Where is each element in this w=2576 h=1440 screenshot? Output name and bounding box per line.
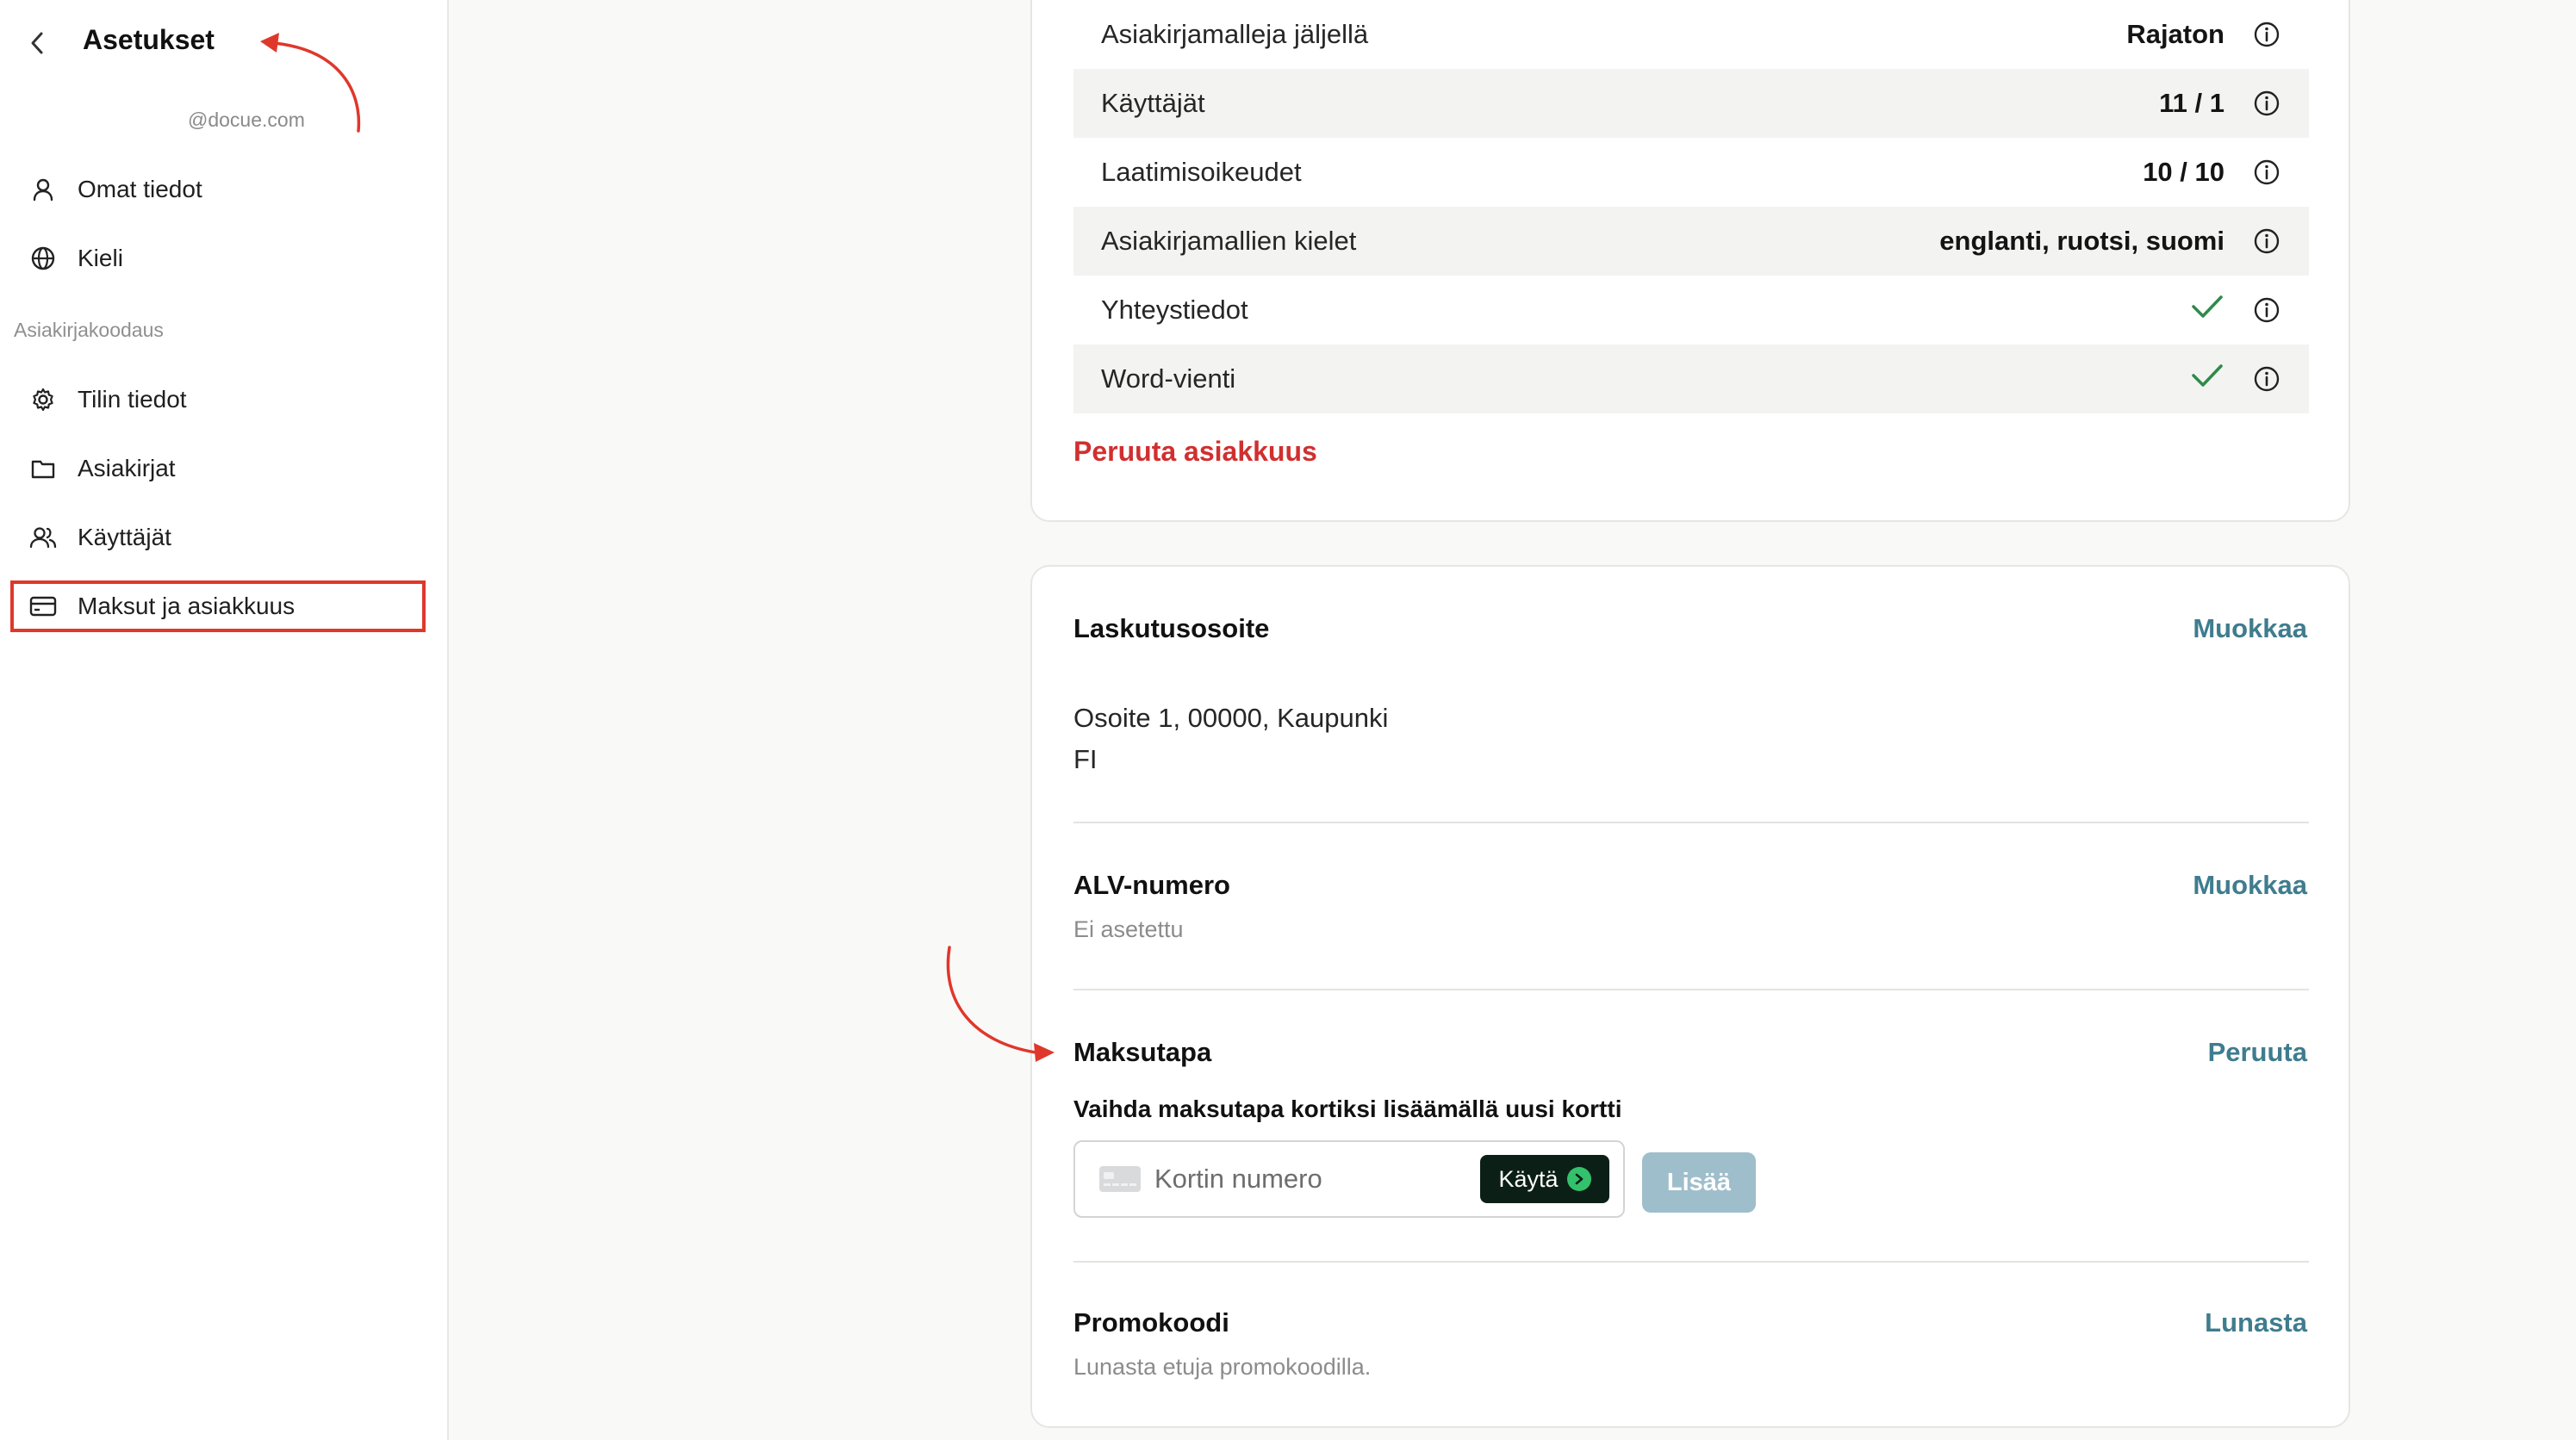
section-label-org: Asiakirjakoodaus <box>14 319 164 341</box>
divider <box>1073 989 2309 990</box>
plan-row: Laatimisoikeudet 10 / 10 <box>1073 138 2309 207</box>
info-icon[interactable] <box>2250 363 2283 395</box>
nav-maksut-ja-asiakkuus[interactable]: Maksut ja asiakkuus <box>10 580 426 632</box>
account-domain: @docue.com <box>188 109 305 131</box>
vat-value: Ei asetettu <box>1073 916 1184 942</box>
nav-label: Asiakirjat <box>78 455 176 481</box>
plan-row: Yhteystiedot <box>1073 276 2309 344</box>
plan-row: Asiakirjamallien kielet englanti, ruotsi… <box>1073 207 2309 276</box>
nav-kayttajat[interactable]: Käyttäjät <box>12 513 424 562</box>
nav-asiakirjat[interactable]: Asiakirjat <box>12 444 424 493</box>
plan-card: Asiakirjamalleja jäljellä Rajaton Käyttä… <box>1030 0 2350 522</box>
info-icon[interactable] <box>2250 156 2283 189</box>
info-icon[interactable] <box>2250 225 2283 258</box>
check-icon <box>2190 362 2224 396</box>
folder-icon <box>28 453 59 484</box>
info-icon[interactable] <box>2250 18 2283 51</box>
nav-tilin-tiedot[interactable]: Tilin tiedot <box>12 376 424 424</box>
plan-row: Word-vienti <box>1073 344 2309 413</box>
billing-card: Laskutusosoite Muokkaa Osoite 1, 00000, … <box>1030 565 2350 1428</box>
billing-address-title: Laskutusosoite <box>1073 613 1270 643</box>
plan-row: Asiakirjamalleja jäljellä Rajaton <box>1073 0 2309 69</box>
row-label: Laatimisoikeudet <box>1101 157 1302 187</box>
nav-label: Tilin tiedot <box>78 386 187 413</box>
divider <box>1073 1261 2309 1263</box>
credit-card-icon <box>28 591 59 622</box>
row-label: Käyttäjät <box>1101 88 1205 118</box>
row-label: Asiakirjamalleja jäljellä <box>1101 19 1369 49</box>
card-placeholder-icon <box>1099 1166 1141 1192</box>
redeem-promo-link[interactable]: Lunasta <box>2205 1307 2307 1338</box>
cancel-subscription-link[interactable]: Peruuta asiakkuus <box>1073 436 1317 468</box>
payment-method-title: Maksutapa <box>1073 1037 1212 1067</box>
address-line1: Osoite 1, 00000, Kaupunki <box>1073 703 1389 733</box>
nav-label: Kieli <box>78 245 123 271</box>
divider <box>1073 822 2309 823</box>
payment-hint: Vaihda maksutapa kortiksi lisäämällä uus… <box>1073 1096 1622 1122</box>
row-value: Rajaton <box>2126 19 2224 49</box>
back-chevron-icon[interactable] <box>29 26 55 60</box>
plan-row: Käyttäjät 11 / 1 <box>1073 69 2309 138</box>
use-button-label: Käytä <box>1498 1165 1559 1192</box>
vat-title: ALV-numero <box>1073 870 1230 900</box>
user-icon <box>28 174 59 205</box>
row-value: 11 / 1 <box>2159 88 2224 118</box>
row-label: Word-vienti <box>1101 363 1236 394</box>
promo-title: Promokoodi <box>1073 1307 1229 1338</box>
users-icon <box>28 522 59 553</box>
nav-label: Omat tiedot <box>78 176 202 202</box>
payment-cancel-link[interactable]: Peruuta <box>2208 1037 2307 1068</box>
nav-kieli[interactable]: Kieli <box>12 234 424 282</box>
row-value: 10 / 10 <box>2143 157 2224 187</box>
globe-icon <box>28 243 59 274</box>
settings-sidebar: Asetukset @docue.com Omat tiedot Kieli A… <box>0 0 449 1440</box>
add-card-button[interactable]: Lisää <box>1642 1152 1756 1213</box>
edit-vat-link[interactable]: Muokkaa <box>2193 870 2307 901</box>
nav-label: Käyttäjät <box>78 524 171 550</box>
address-line2: FI <box>1073 744 1098 774</box>
arrow-right-icon <box>1566 1167 1591 1191</box>
nav-omat-tiedot[interactable]: Omat tiedot <box>12 165 424 214</box>
row-label: Yhteystiedot <box>1101 295 1248 325</box>
row-label: Asiakirjamallien kielet <box>1101 226 1357 256</box>
use-link-button[interactable]: Käytä <box>1480 1155 1609 1203</box>
card-number-placeholder: Kortin numero <box>1154 1164 1322 1194</box>
row-value: englanti, ruotsi, suomi <box>1939 226 2224 256</box>
edit-address-link[interactable]: Muokkaa <box>2193 613 2307 644</box>
gear-icon <box>28 384 59 415</box>
promo-description: Lunasta etuja promokoodilla. <box>1073 1354 1372 1380</box>
settings-title: Asetukset <box>83 24 215 55</box>
card-number-field[interactable]: Kortin numero Käytä <box>1073 1140 1625 1218</box>
info-icon[interactable] <box>2250 294 2283 326</box>
check-icon <box>2190 293 2224 327</box>
info-icon[interactable] <box>2250 87 2283 120</box>
nav-label: Maksut ja asiakkuus <box>78 593 296 619</box>
